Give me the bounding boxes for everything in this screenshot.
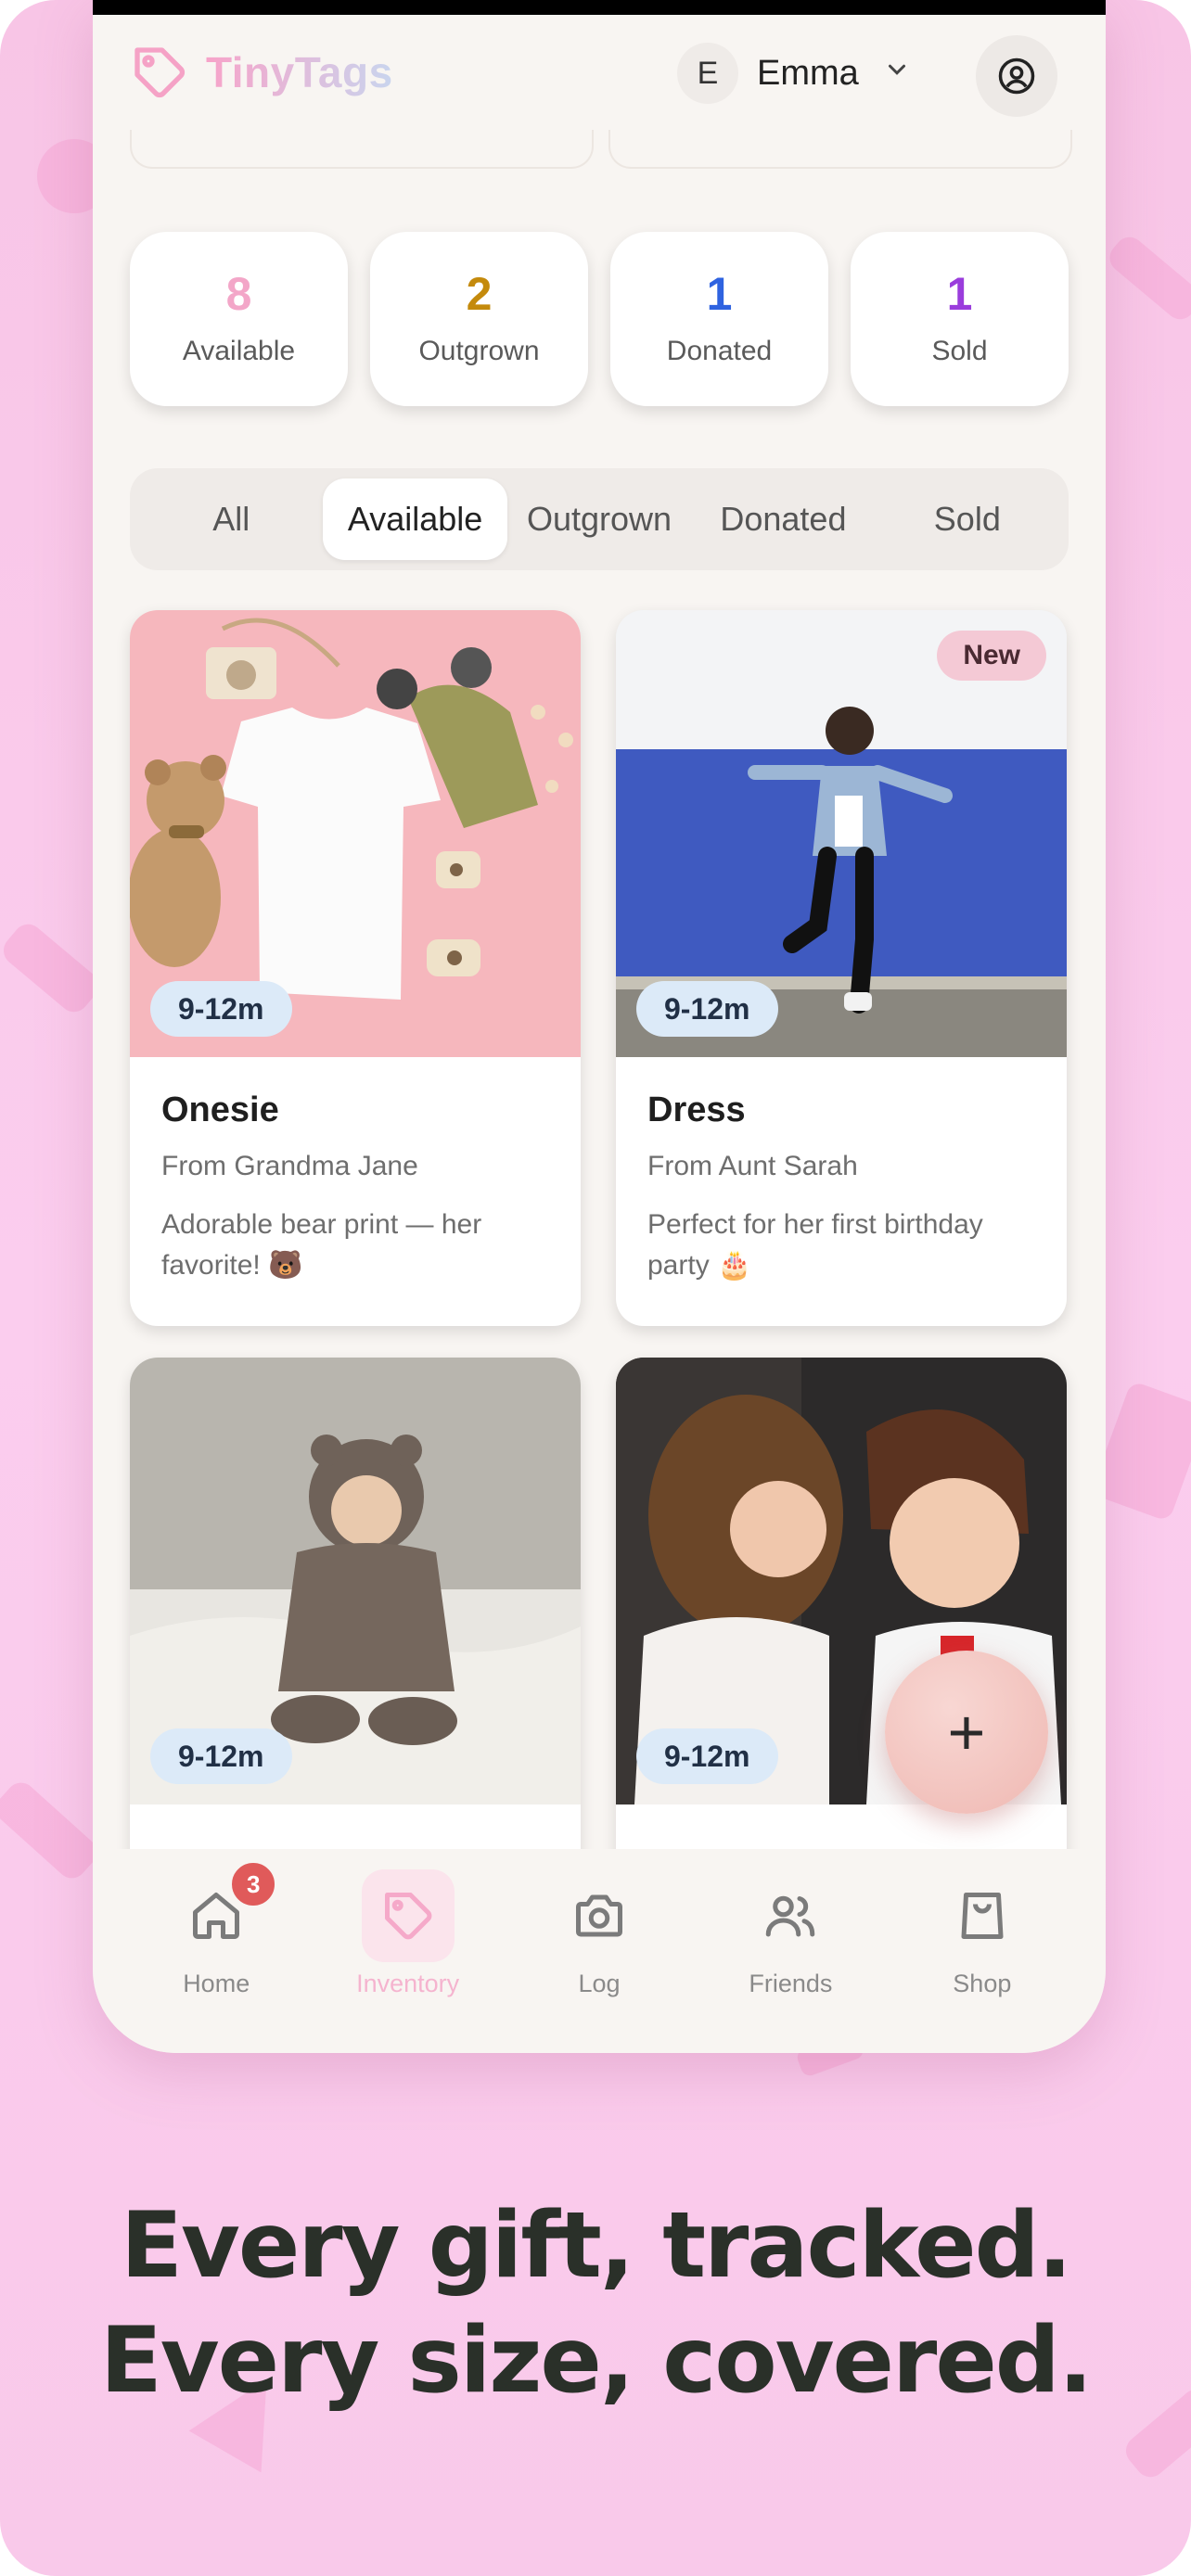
item-note: Adorable bear print — her favorite! 🐻 [161,1209,482,1281]
marketing-tagline: Every gift, tracked. Every size, covered… [0,2188,1191,2418]
size-badge: 9-12m [150,1728,292,1784]
nav-label: Log [578,1970,621,1997]
item-photo: 9-12m [130,1358,581,1804]
users-icon [766,1895,815,1937]
item-card[interactable]: 9-12m [130,1358,581,1914]
app-logo[interactable]: TinyTags [130,43,393,102]
stat-value: 2 [466,268,493,320]
stat-sold[interactable]: 1 Sold [851,232,1069,406]
stat-value: 1 [946,268,973,320]
profile-button[interactable] [976,35,1057,117]
bottom-nav: 3 Home Inventory Log Friends Shop [93,1849,1106,2053]
new-badge: New [937,631,1046,681]
status-bar [93,0,1106,15]
item-card-onesie[interactable]: 9-12m Onesie From Grandma Jane Adorable … [130,610,581,1326]
stat-value: 1 [706,268,733,320]
nav-label: Inventory [356,1970,460,1997]
nav-log[interactable]: Log [504,1849,695,2053]
stat-label: Sold [931,336,988,366]
user-circle-icon [998,57,1035,95]
app-header: TinyTags E Emma [93,15,1106,135]
add-item-button[interactable]: + [885,1651,1048,1814]
stat-label: Outgrown [418,336,540,366]
decor-pill [0,918,105,1018]
decor-pill [0,1777,103,1884]
stat-outgrown[interactable]: 2 Outgrown [370,232,588,406]
status-filter-tabs: All Available Outgrown Donated Sold [130,468,1069,570]
item-photo: 9-12m [130,610,581,1057]
chevron-down-icon [883,56,911,91]
camera-icon [576,1894,623,1937]
stat-label: Donated [666,336,773,366]
notification-badge: 3 [229,1860,278,1908]
promo-screen: TinyTags E Emma 8 Available 2 Outgrown 1… [0,0,1191,2576]
item-card-dress[interactable]: New 9-12m Dress From Aunt Sarah Perfect … [616,610,1067,1326]
avatar: E [677,43,738,104]
app-name: TinyTags [206,48,393,96]
tab-available[interactable]: Available [323,478,507,560]
stats-row: 8 Available 2 Outgrown 1 Donated 1 Sold [130,232,1069,406]
item-giver: From Grandma Jane [161,1151,418,1181]
tag-logo-icon [134,47,186,98]
size-badge: 9-12m [636,981,778,1037]
item-photo: New 9-12m [616,610,1067,1057]
nav-inventory[interactable]: Inventory [312,1849,503,2053]
tab-sold[interactable]: Sold [876,478,1059,560]
decor-pill [1104,231,1191,325]
item-title: Dress [647,1090,746,1129]
scrolled-content-edge [130,130,1072,169]
shopping-bag-icon [961,1893,1004,1939]
tag-icon [384,1893,431,1940]
size-badge: 9-12m [150,981,292,1037]
user-switcher[interactable]: E Emma [677,43,911,104]
nav-home[interactable]: 3 Home [121,1849,312,2053]
size-badge: 9-12m [636,1728,778,1784]
tab-all[interactable]: All [139,478,323,560]
tagline-line-1: Every gift, tracked. [121,2193,1072,2299]
nav-label: Home [183,1970,250,1997]
stat-donated[interactable]: 1 Donated [610,232,828,406]
item-title: Onesie [161,1090,279,1129]
stat-label: Available [182,336,296,366]
stat-available[interactable]: 8 Available [130,232,348,406]
tab-donated[interactable]: Donated [691,478,875,560]
tab-outgrown[interactable]: Outgrown [507,478,691,560]
phone-screen: TinyTags E Emma 8 Available 2 Outgrown 1… [93,0,1106,2053]
item-giver: From Aunt Sarah [647,1151,858,1181]
item-card[interactable]: 9-12m [616,1358,1067,1914]
tagline-line-2: Every size, covered. [99,2308,1093,2414]
nav-friends[interactable]: Friends [695,1849,886,2053]
nav-label: Friends [749,1970,833,1997]
nav-shop[interactable]: Shop [887,1849,1078,2053]
user-name: Emma [757,53,859,93]
item-note: Perfect for her first birthday party 🎂 [647,1209,983,1281]
stat-value: 8 [225,268,252,320]
nav-label: Shop [953,1970,1012,1997]
